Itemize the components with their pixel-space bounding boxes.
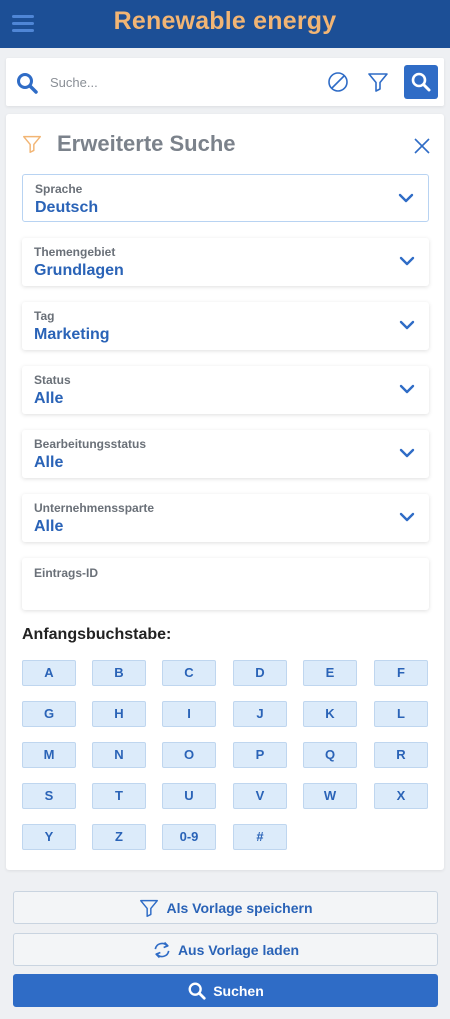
letter-button[interactable]: M — [22, 742, 76, 768]
search-bar — [6, 58, 444, 106]
letter-button[interactable]: X — [374, 783, 428, 809]
letter-button[interactable]: E — [303, 660, 357, 686]
top-bar: Renewable energy — [0, 0, 450, 48]
filter-icon[interactable] — [366, 70, 390, 94]
save-template-label: Als Vorlage speichern — [166, 899, 313, 916]
letter-button[interactable]: Q — [303, 742, 357, 768]
status-select[interactable]: Status Alle — [22, 366, 429, 414]
editing-status-select[interactable]: Bearbeitungsstatus Alle — [22, 430, 429, 478]
search-button[interactable] — [404, 65, 438, 99]
letter-button[interactable]: L — [374, 701, 428, 727]
letter-button[interactable]: T — [92, 783, 146, 809]
tag-select[interactable]: Tag Marketing — [22, 302, 429, 350]
load-template-button[interactable]: Aus Vorlage laden — [13, 933, 438, 966]
search-icon — [17, 73, 38, 94]
panel-title: Erweiterte Suche — [57, 131, 236, 156]
app-title: Renewable energy — [113, 7, 337, 35]
refresh-icon — [154, 941, 170, 958]
letter-button[interactable]: R — [374, 742, 428, 768]
field-label: Sprache — [35, 182, 83, 196]
letter-button[interactable]: C — [162, 660, 216, 686]
field-value: Alle — [34, 518, 64, 535]
search-input[interactable] — [50, 70, 310, 94]
letter-button[interactable]: P — [233, 742, 287, 768]
letter-button[interactable]: S — [22, 783, 76, 809]
search-icon — [411, 72, 431, 92]
letter-button[interactable]: G — [22, 701, 76, 727]
chevron-down-icon — [398, 193, 414, 203]
field-label: Tag — [34, 309, 55, 323]
chevron-down-icon — [399, 256, 415, 266]
search-submit-label: Suchen — [213, 982, 264, 999]
filter-icon — [23, 135, 41, 153]
language-select[interactable]: Sprache Deutsch — [22, 174, 429, 222]
topic-select[interactable]: Themengebiet Grundlagen — [22, 238, 429, 286]
letters-heading: Anfangsbuchstabe: — [22, 626, 172, 643]
chevron-down-icon — [399, 384, 415, 394]
clear-icon[interactable] — [326, 70, 350, 94]
field-value: Alle — [34, 390, 64, 407]
letter-button[interactable]: A — [22, 660, 76, 686]
field-value: Marketing — [34, 326, 110, 343]
letter-button[interactable]: # — [233, 824, 287, 850]
field-label: Unternehmenssparte — [34, 501, 155, 515]
letter-button[interactable]: 0-9 — [162, 824, 216, 850]
close-icon[interactable] — [412, 136, 432, 156]
entry-id-label: Eintrags-ID — [34, 566, 99, 580]
letter-button[interactable]: F — [374, 660, 428, 686]
field-label: Status — [34, 373, 71, 387]
letter-button[interactable]: V — [233, 783, 287, 809]
field-value: Grundlagen — [34, 262, 124, 279]
advanced-search-panel: Erweiterte Suche Sprache Deutsch Themeng… — [6, 114, 444, 870]
letter-button[interactable]: I — [162, 701, 216, 727]
load-template-label: Aus Vorlage laden — [177, 941, 300, 958]
letter-button[interactable]: N — [92, 742, 146, 768]
letter-button[interactable]: O — [162, 742, 216, 768]
entry-id-field: Eintrags-ID — [22, 558, 429, 610]
letter-button[interactable]: H — [92, 701, 146, 727]
letter-button[interactable]: W — [303, 783, 357, 809]
field-label: Bearbeitungsstatus — [34, 437, 147, 451]
letter-button[interactable]: Y — [22, 824, 76, 850]
filter-icon — [140, 899, 159, 917]
chevron-down-icon — [399, 512, 415, 522]
letter-button[interactable]: U — [162, 783, 216, 809]
chevron-down-icon — [399, 320, 415, 330]
search-submit-button[interactable]: Suchen — [13, 974, 438, 1007]
field-label: Themengebiet — [34, 245, 116, 259]
field-value: Alle — [34, 454, 64, 471]
chevron-down-icon — [399, 448, 415, 458]
letter-button[interactable]: K — [303, 701, 357, 727]
search-icon — [188, 982, 206, 1000]
letter-button[interactable]: J — [233, 701, 287, 727]
field-value: Deutsch — [35, 199, 99, 216]
entry-id-input[interactable] — [32, 584, 417, 604]
letter-button[interactable]: D — [233, 660, 287, 686]
save-template-button[interactable]: Als Vorlage speichern — [13, 891, 438, 924]
business-division-select[interactable]: Unternehmenssparte Alle — [22, 494, 429, 542]
letter-button[interactable]: B — [92, 660, 146, 686]
letter-button[interactable]: Z — [92, 824, 146, 850]
